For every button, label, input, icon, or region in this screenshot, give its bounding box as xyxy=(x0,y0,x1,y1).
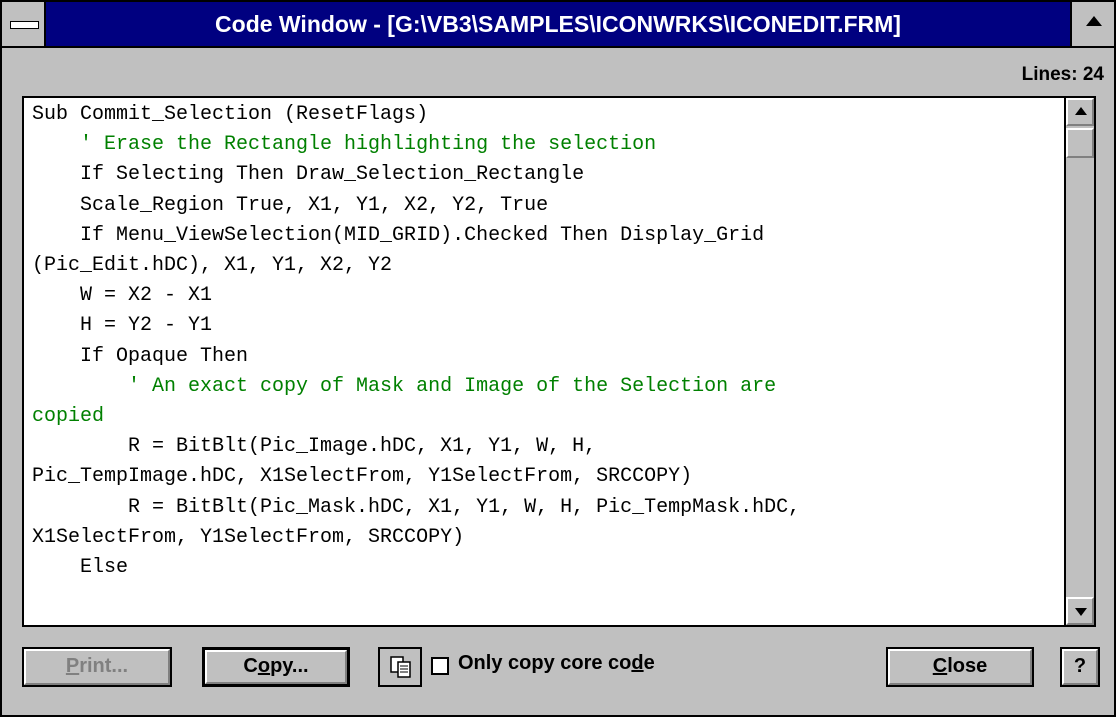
scrollbar-up-button[interactable] xyxy=(1066,98,1094,126)
only-copy-core-checkbox[interactable] xyxy=(431,657,449,675)
code-line: X1SelectFrom, Y1SelectFrom, SRCCOPY) xyxy=(32,525,465,549)
code-line: If Selecting Then Draw_Selection_Rectang… xyxy=(32,163,585,187)
system-menu-icon xyxy=(10,21,39,29)
code-line: If Opaque Then xyxy=(32,344,249,368)
scroll-up-arrow-icon xyxy=(1086,16,1102,26)
code-comment-line: copied xyxy=(32,405,105,428)
code-line: Else xyxy=(32,556,129,579)
code-editor[interactable]: Sub Commit_Selection (ResetFlags) ' Eras… xyxy=(22,96,1096,627)
scroll-down-arrow-icon xyxy=(1075,608,1087,616)
copy-button[interactable]: Copy... xyxy=(202,647,350,687)
code-line: (Pic_Edit.hDC), X1, Y1, X2, Y2 xyxy=(32,254,393,277)
copy-to-clipboard-button[interactable] xyxy=(378,647,422,687)
scrollbar-down-button[interactable] xyxy=(1066,597,1094,625)
close-button[interactable]: Close xyxy=(886,647,1034,687)
code-line: Sub Commit_Selection (ResetFlags) xyxy=(32,103,429,126)
scroll-up-arrow-icon xyxy=(1075,107,1087,115)
code-window: Code Window - [G:\VB3\SAMPLES\ICONWRKS\I… xyxy=(0,0,1116,717)
code-line: R = BitBlt(Pic_Image.hDC, X1, Y1, W, H, xyxy=(32,435,597,459)
title-bar[interactable]: Code Window - [G:\VB3\SAMPLES\ICONWRKS\I… xyxy=(2,2,1114,48)
help-button[interactable]: ? xyxy=(1060,647,1100,687)
lines-count: Lines: 24 xyxy=(1021,64,1104,85)
only-copy-core-label[interactable]: Only copy core code xyxy=(458,652,655,675)
copy-clipboard-icon xyxy=(390,656,411,678)
code-comment-line: ' Erase the Rectangle highlighting the s… xyxy=(32,133,657,157)
code-line: Pic_TempImage.hDC, X1SelectFrom, Y1Selec… xyxy=(32,465,693,489)
system-menu-button[interactable] xyxy=(2,2,46,46)
code-line: W = X2 - X1 xyxy=(32,284,213,308)
window-title: Code Window - [G:\VB3\SAMPLES\ICONWRKS\I… xyxy=(215,11,901,37)
code-line: Scale_Region True, X1, Y1, X2, Y2, True xyxy=(32,193,549,217)
code-line: R = BitBlt(Pic_Mask.hDC, X1, Y1, W, H, P… xyxy=(32,495,801,519)
vertical-scrollbar[interactable] xyxy=(1064,98,1094,625)
scrollbar-thumb[interactable] xyxy=(1066,128,1094,158)
code-line: H = Y2 - Y1 xyxy=(32,314,213,338)
code-text-area[interactable]: Sub Commit_Selection (ResetFlags) ' Eras… xyxy=(24,98,1068,625)
print-button[interactable]: Print... xyxy=(22,647,172,687)
code-comment-line: ' An exact copy of Mask and Image of the… xyxy=(32,374,777,398)
code-line: If Menu_ViewSelection(MID_GRID).Checked … xyxy=(32,223,765,247)
maximize-button[interactable] xyxy=(1070,2,1114,46)
